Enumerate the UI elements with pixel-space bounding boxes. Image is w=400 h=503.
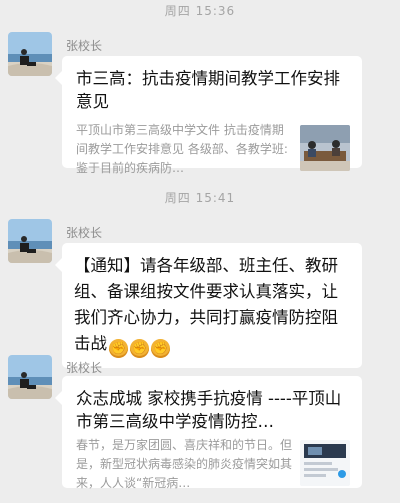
article-card[interactable]: 众志成城 家校携手抗疫情 ----平顶山市第三高级中学疫情防控… 春节，是万家团… xyxy=(55,376,362,490)
avatar[interactable] xyxy=(8,219,52,263)
fist-emoji-icon: ✊ xyxy=(109,339,128,358)
avatar-photo-icon xyxy=(8,219,52,263)
avatar[interactable] xyxy=(8,355,52,399)
avatar-photo-icon xyxy=(8,32,52,76)
article-thumbnail xyxy=(300,440,350,486)
phone-screenshot-icon xyxy=(300,440,350,486)
article-card[interactable]: 市三高：抗击疫情期间教学工作安排意见 平顶山市第三高级中学文件 抗击疫情期间教学… xyxy=(55,56,362,175)
sender-name: 张校长 xyxy=(66,226,103,240)
timestamp: 周四 15:36 xyxy=(164,4,236,18)
timestamp: 周四 15:41 xyxy=(164,191,236,205)
meeting-photo-icon xyxy=(300,125,350,171)
sender-name: 张校长 xyxy=(66,361,103,375)
fist-emoji-icon: ✊ xyxy=(151,339,170,358)
article-description: 平顶山市第三高级中学文件 抗击疫情期间教学工作安排意见 各级部、各教学班:鉴于目… xyxy=(76,123,288,175)
article-title: 众志成城 家校携手抗疫情 ----平顶山市第三高级中学疫情防控… xyxy=(76,389,342,431)
fist-emoji-icon: ✊ xyxy=(130,339,149,358)
message-text: 【通知】请各年级部、班主任、教研组、备课组按文件要求认真落实，让我们齐心协力，共… xyxy=(74,256,338,353)
article-description: 春节，是万家团圆、喜庆祥和的节日。但是，新型冠状病毒感染的肺炎疫情突如其来，人人… xyxy=(76,438,292,490)
article-title: 市三高：抗击疫情期间教学工作安排意见 xyxy=(76,69,340,111)
avatar[interactable] xyxy=(8,32,52,76)
article-thumbnail xyxy=(300,125,350,171)
avatar-photo-icon xyxy=(8,355,52,399)
text-message[interactable]: 【通知】请各年级部、班主任、教研组、备课组按文件要求认真落实，让我们齐心协力，共… xyxy=(55,243,362,368)
sender-name: 张校长 xyxy=(66,39,103,53)
